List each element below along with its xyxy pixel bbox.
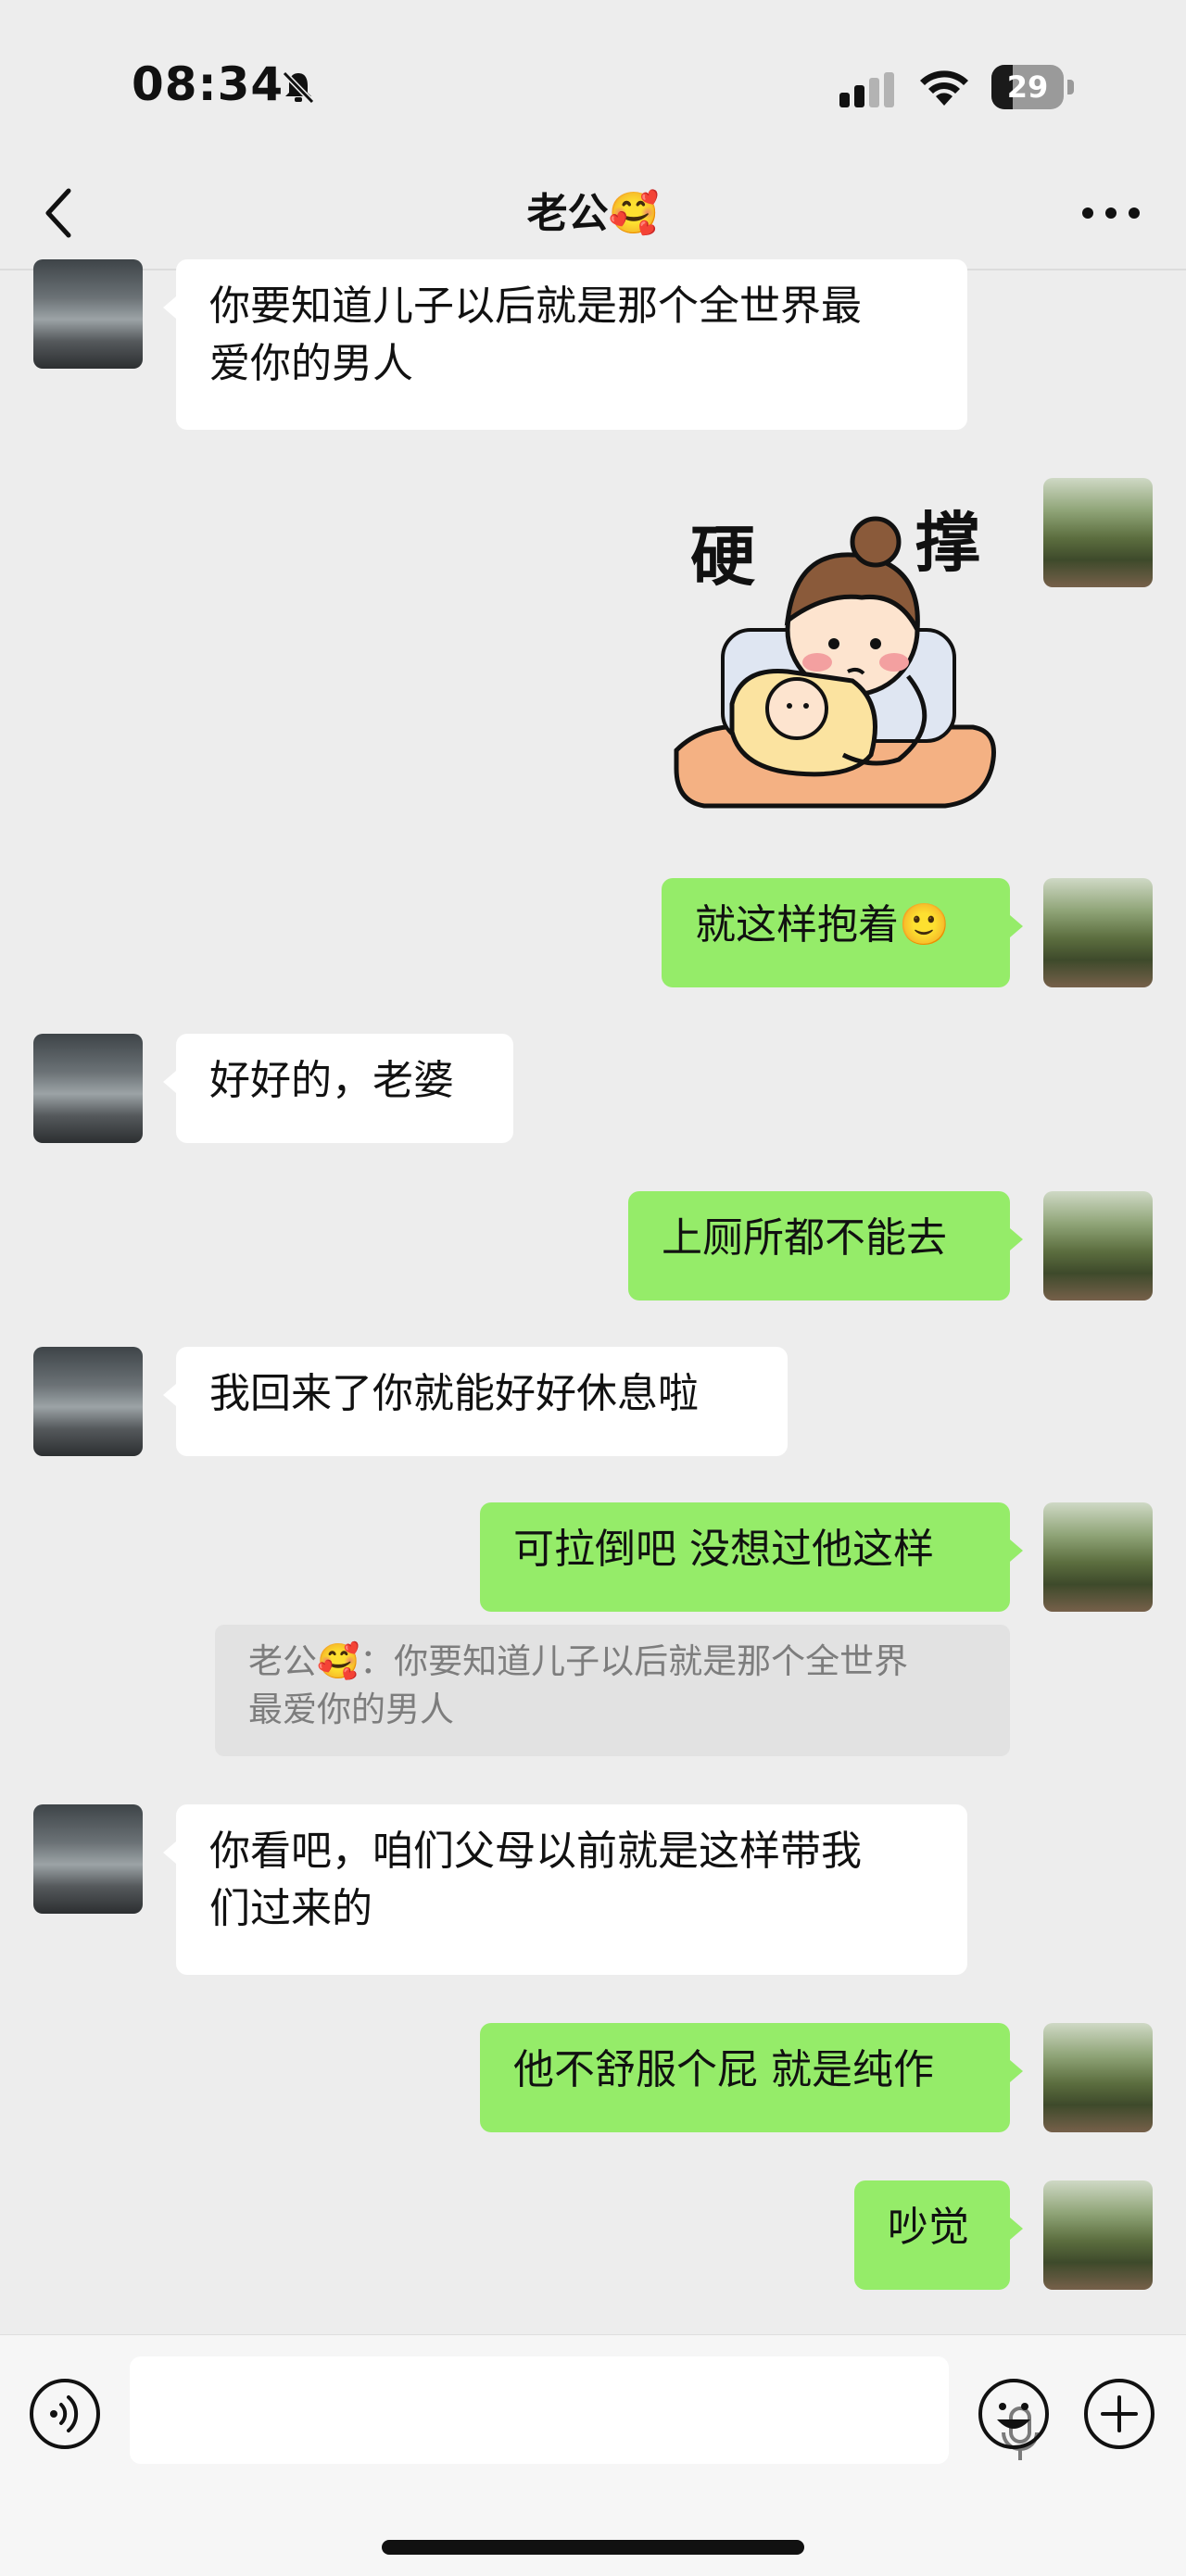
chat-input-bar xyxy=(0,2334,1186,2576)
wifi-icon xyxy=(920,70,968,106)
contact-avatar[interactable] xyxy=(33,259,143,369)
voice-input-icon[interactable] xyxy=(28,2377,102,2451)
emoji-icon[interactable] xyxy=(977,2377,1051,2451)
message-bubble-incoming[interactable]: 你要知道儿子以后就是那个全世界最 爱你的男人 xyxy=(163,259,967,430)
contact-avatar[interactable] xyxy=(33,1034,143,1143)
my-avatar[interactable] xyxy=(1043,1502,1153,1612)
message-bubble-incoming[interactable]: 我回来了你就能好好休息啦 xyxy=(163,1347,788,1456)
chat-title: 老公🥰 xyxy=(526,190,660,237)
contact-avatar[interactable] xyxy=(33,1804,143,1914)
my-avatar[interactable] xyxy=(1043,2023,1153,2132)
status-time: 08:34 xyxy=(132,57,284,111)
my-avatar[interactable] xyxy=(1043,2180,1153,2290)
my-avatar[interactable] xyxy=(1043,878,1153,987)
message-bubble-outgoing[interactable]: 吵觉 xyxy=(854,2180,1023,2290)
home-indicator[interactable] xyxy=(382,2540,804,2555)
plus-icon[interactable] xyxy=(1082,2377,1156,2451)
message-bubble-outgoing[interactable]: 就这样抱着🙂 xyxy=(662,878,1023,987)
message-bubble-outgoing[interactable]: 他不舒服个屁 就是纯作 xyxy=(480,2023,1023,2132)
back-chevron-icon[interactable] xyxy=(41,185,78,241)
my-avatar[interactable] xyxy=(1043,478,1153,587)
sticker-image[interactable]: 硬 撑 xyxy=(667,491,1003,811)
chat-header: 老公🥰 xyxy=(0,167,1186,269)
sticker-char-1: 硬 xyxy=(690,519,756,595)
battery-indicator: 29 xyxy=(991,65,1075,109)
sticker-char-2: 撑 xyxy=(915,505,980,581)
message-input[interactable] xyxy=(130,2356,1039,2464)
message-bubble-outgoing[interactable]: 可拉倒吧 没想过他这样 xyxy=(480,1502,1023,1612)
quoted-message[interactable]: 老公🥰：你要知道儿子以后就是那个全世界 最爱你的男人 xyxy=(215,1625,1010,1756)
message-bubble-outgoing[interactable]: 上厕所都不能去 xyxy=(628,1191,1023,1301)
status-bar: 08:34 29 xyxy=(0,0,1186,167)
my-avatar[interactable] xyxy=(1043,1191,1153,1301)
message-bubble-incoming[interactable]: 好好的，老婆 xyxy=(163,1034,513,1143)
more-dots-icon[interactable] xyxy=(1080,204,1142,222)
message-bubble-incoming[interactable]: 你看吧，咱们父母以前就是这样带我 们过来的 xyxy=(163,1804,967,1975)
cellular-signal-icon xyxy=(839,72,894,107)
bell-muted-icon xyxy=(282,70,315,105)
contact-avatar[interactable] xyxy=(33,1347,143,1456)
battery-percent: 29 xyxy=(1006,69,1049,105)
